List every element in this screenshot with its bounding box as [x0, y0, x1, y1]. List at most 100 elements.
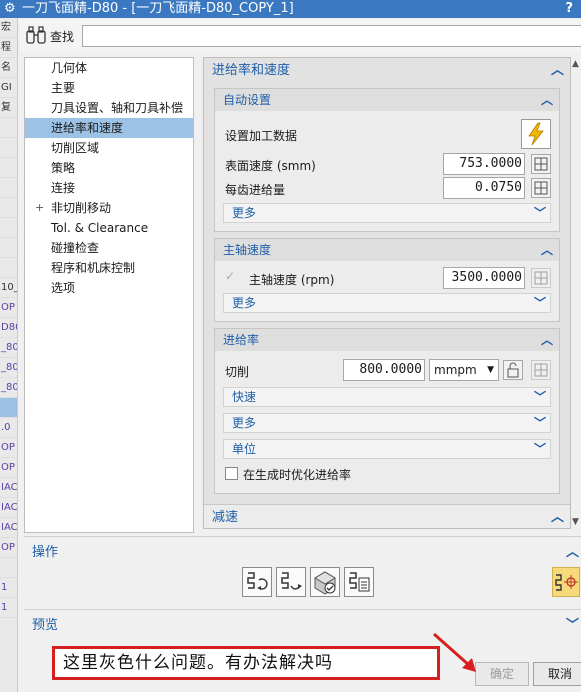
- spindle-speed-group: 主轴速度 ︿ ✓ 主轴速度 (rpm) 3500.0000 更多 ﹀: [214, 238, 560, 322]
- background-row: 复: [0, 98, 17, 118]
- help-button[interactable]: ?: [565, 0, 573, 18]
- preview-title: 预览: [32, 618, 59, 633]
- surface-speed-input[interactable]: 753.0000: [443, 153, 525, 175]
- background-row: [0, 118, 17, 138]
- tree-item-label: 连接: [51, 181, 76, 195]
- tree-item[interactable]: 选项: [25, 278, 193, 298]
- background-row: OP: [0, 438, 17, 458]
- background-row: IAC: [0, 518, 17, 538]
- units-expander[interactable]: 单位 ﹀: [223, 439, 551, 459]
- chevron-down-icon: ﹀: [533, 442, 546, 456]
- chevron-down-icon: ﹀: [533, 206, 546, 220]
- spindle-more-expander[interactable]: 更多 ﹀: [223, 293, 551, 313]
- set-machining-data-button[interactable]: [521, 119, 551, 149]
- rapid-label: 快速: [232, 390, 257, 404]
- background-row: .0: [0, 418, 17, 438]
- tree-item[interactable]: 程序和机床控制: [25, 258, 193, 278]
- background-row: [0, 258, 17, 278]
- tree-item[interactable]: 碰撞检查: [25, 238, 193, 258]
- feed-unit-value: mmpm: [434, 363, 477, 377]
- background-row: _80: [0, 378, 17, 398]
- binoculars-icon[interactable]: [26, 26, 46, 44]
- scroll-down-icon[interactable]: ▼: [572, 517, 579, 527]
- feed-per-tooth-label: 每齿进给量: [225, 183, 286, 197]
- expand-icon[interactable]: +: [35, 198, 44, 218]
- tree-item-label: 碰撞检查: [51, 241, 100, 255]
- chevron-down-icon: ﹀: [533, 416, 546, 430]
- tree-item-label: 主要: [51, 81, 76, 95]
- lock-icon[interactable]: [503, 360, 523, 380]
- cut-label: 切削: [225, 365, 250, 379]
- optimize-feed-checkbox[interactable]: [225, 467, 238, 480]
- tree-item[interactable]: 策略: [25, 158, 193, 178]
- chevron-up-icon[interactable]: ︿: [566, 541, 579, 560]
- background-row: OP: [0, 538, 17, 558]
- decel-section-title: 减速: [212, 510, 239, 525]
- surface-speed-label: 表面速度 (smm): [225, 159, 316, 173]
- tree-item[interactable]: 刀具设置、轴和刀具补偿: [25, 98, 193, 118]
- list-icon: [349, 572, 370, 592]
- feedrate-more-expander[interactable]: 更多 ﹀: [223, 413, 551, 433]
- tree-item-label: 切削区域: [51, 141, 100, 155]
- background-row: [0, 158, 17, 178]
- list-button[interactable]: [344, 567, 374, 597]
- verify-button[interactable]: [310, 567, 340, 597]
- rapid-expander[interactable]: 快速 ﹀: [223, 387, 551, 407]
- chevron-up-icon[interactable]: ︿: [541, 89, 553, 111]
- chevron-up-icon[interactable]: ︿: [551, 505, 564, 528]
- background-row: GI: [0, 78, 17, 98]
- tree-item-label: 几何体: [51, 61, 88, 75]
- auto-settings-title: 自动设置: [223, 93, 272, 107]
- cut-feed-input[interactable]: 800.0000: [343, 359, 425, 381]
- auto-more-expander[interactable]: 更多 ﹀: [223, 203, 551, 223]
- operations-section: 操作 ︿: [24, 536, 581, 606]
- tool-path-settings-button[interactable]: [552, 567, 580, 597]
- chevron-down-icon[interactable]: ﹀: [566, 614, 579, 633]
- more-label: 更多: [232, 296, 257, 310]
- feedrate-header[interactable]: 进给率 ︿: [215, 329, 559, 351]
- panel-scrollbar[interactable]: ▲ ▼: [571, 57, 581, 529]
- generate-icon: [247, 572, 268, 590]
- generate-button[interactable]: [242, 567, 272, 597]
- find-input[interactable]: [82, 25, 581, 47]
- parameter-tree: 几何体主要刀具设置、轴和刀具补偿 进给率和速度切削区域策略连接 + 非切削移动 Tol.…: [24, 57, 194, 533]
- background-row: 程: [0, 38, 17, 58]
- tree-item-label: 程序和机床控制: [51, 261, 136, 275]
- tree-item[interactable]: 进给率和速度: [25, 118, 193, 138]
- tree-item[interactable]: 切削区域: [25, 138, 193, 158]
- spindle-speed-header[interactable]: 主轴速度 ︿: [215, 239, 559, 261]
- spindle-speed-input[interactable]: 3500.0000: [443, 267, 525, 289]
- tree-item[interactable]: 主要: [25, 78, 193, 98]
- background-row: D80: [0, 318, 17, 338]
- scroll-up-icon[interactable]: ▲: [572, 59, 579, 69]
- tree-item[interactable]: Tol. & Clearance: [25, 218, 193, 238]
- feed-unit-select[interactable]: mmpm ▼: [429, 359, 499, 381]
- decel-section-header[interactable]: 减速 ︿: [204, 504, 570, 528]
- background-row: IAC: [0, 498, 17, 518]
- tree-item[interactable]: 连接: [25, 178, 193, 198]
- background-row: _80: [0, 338, 17, 358]
- gear-icon: ⚙: [4, 1, 16, 16]
- verify-icon: [314, 571, 336, 595]
- ok-button[interactable]: 确定: [475, 662, 529, 686]
- chevron-up-icon[interactable]: ︿: [551, 58, 564, 84]
- tree-item[interactable]: 几何体: [25, 58, 193, 78]
- calculator-icon[interactable]: [531, 154, 551, 174]
- dialog-title-bar: ⚙ 一刀飞面精-D80 - [一刀飞面精-D80_COPY_1] ?: [0, 0, 581, 18]
- spindle-speed-title: 主轴速度: [223, 243, 272, 257]
- cancel-button[interactable]: 取消: [533, 662, 581, 686]
- operations-title: 操作: [32, 545, 59, 560]
- tree-item[interactable]: + 非切削移动: [25, 198, 193, 218]
- background-row: [0, 398, 17, 418]
- calculator-icon[interactable]: [531, 178, 551, 198]
- tree-item-label: 非切削移动: [51, 201, 112, 215]
- feeds-section-header[interactable]: 进给率和速度 ︿: [204, 58, 570, 84]
- preview-section[interactable]: 预览 ﹀: [24, 609, 581, 633]
- background-row: [0, 138, 17, 158]
- chevron-up-icon[interactable]: ︿: [541, 329, 553, 351]
- feed-per-tooth-input[interactable]: 0.0750: [443, 177, 525, 199]
- replay-button[interactable]: [276, 567, 306, 597]
- auto-settings-header[interactable]: 自动设置 ︿: [215, 89, 559, 111]
- chevron-up-icon[interactable]: ︿: [541, 239, 553, 261]
- spindle-speed-checkbox[interactable]: ✓: [225, 269, 235, 283]
